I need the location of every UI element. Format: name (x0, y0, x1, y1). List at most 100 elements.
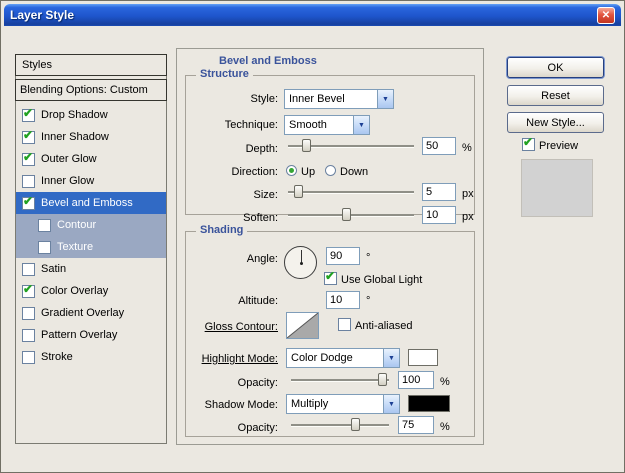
shadow-mode-value: Multiply (291, 398, 329, 410)
angle-input[interactable] (326, 247, 360, 265)
layer-style-dialog: Layer Style ✕ Styles Blending Options: C… (0, 0, 625, 473)
sidebar-item-outer-glow[interactable]: Outer Glow (16, 148, 166, 170)
close-icon: ✕ (601, 9, 611, 21)
sidebar-item-bevel-and-emboss[interactable]: Bevel and Emboss (16, 192, 166, 214)
styles-header-label: Styles (22, 59, 52, 71)
panel-title: Bevel and Emboss (219, 55, 317, 67)
sidebar-item-satin[interactable]: Satin (16, 258, 166, 280)
outer-glow-checkbox-icon[interactable] (22, 151, 35, 166)
technique-value: Smooth (289, 119, 327, 131)
shadow-opacity-slider[interactable] (291, 418, 389, 432)
sidebar-item-drop-shadow[interactable]: Drop Shadow (16, 104, 166, 126)
angle-label: Angle: (246, 253, 278, 265)
soften-slider[interactable] (288, 208, 414, 222)
new-style-button[interactable]: New Style... (507, 112, 604, 133)
depth-label: Depth: (245, 143, 278, 155)
soften-slider-thumb[interactable] (341, 208, 351, 221)
style-select[interactable]: Inner Bevel (284, 89, 394, 109)
slider-track (288, 191, 414, 193)
gradient-overlay-checkbox-icon[interactable] (22, 306, 35, 320)
depth-slider[interactable] (288, 139, 414, 153)
contour-checkbox-icon[interactable] (38, 218, 51, 232)
highlight-opacity-input[interactable] (398, 371, 434, 389)
contour-curve (287, 313, 318, 338)
direction-up-radio[interactable] (286, 165, 297, 176)
satin-checkbox-icon[interactable] (22, 262, 35, 276)
preview-label: Preview (539, 140, 579, 152)
gloss-contour-thumbnail[interactable] (286, 312, 319, 339)
texture-checkbox-icon[interactable] (38, 240, 51, 254)
inner-glow-checkbox-icon[interactable] (22, 174, 35, 188)
chevron-down-icon[interactable] (377, 90, 393, 108)
pattern-overlay-checkbox-icon[interactable] (22, 328, 35, 342)
highlight-opacity-thumb[interactable] (378, 373, 388, 386)
sidebar-item-label: Gradient Overlay (41, 307, 125, 319)
direction-down-radio[interactable] (325, 165, 336, 176)
shadow-opacity-label: Opacity: (237, 422, 278, 434)
chevron-down-icon[interactable] (353, 116, 369, 134)
soften-unit: px (462, 211, 474, 223)
sidebar-item-stroke[interactable]: Stroke (16, 346, 166, 368)
ok-button[interactable]: OK (507, 57, 604, 78)
chevron-down-icon[interactable] (383, 395, 399, 413)
shadow-opacity-input[interactable] (398, 416, 434, 434)
style-label: Style: (250, 93, 278, 105)
altitude-label: Altitude: (238, 295, 278, 307)
soften-input[interactable] (422, 206, 456, 224)
sidebar-item-color-overlay[interactable]: Color Overlay (16, 280, 166, 302)
highlight-mode-label: Highlight Mode: (201, 353, 278, 365)
shadow-mode-select[interactable]: Multiply (286, 394, 400, 414)
blending-options-item[interactable]: Blending Options: Custom (15, 79, 167, 101)
highlight-opacity-label: Opacity: (237, 377, 278, 389)
use-global-light-label: Use Global Light (341, 274, 423, 286)
window-title: Layer Style (10, 8, 75, 22)
anti-aliased-checkbox[interactable] (338, 318, 351, 331)
depth-slider-thumb[interactable] (301, 139, 311, 152)
altitude-unit: ° (366, 295, 371, 307)
angle-dial[interactable] (284, 246, 317, 279)
sidebar-item-label: Stroke (41, 351, 73, 363)
shading-legend: Shading (196, 224, 248, 236)
shadow-opacity-thumb[interactable] (350, 418, 360, 431)
depth-input[interactable] (422, 137, 456, 155)
title-bar: Layer Style ✕ (4, 4, 621, 26)
size-slider[interactable] (288, 185, 414, 199)
sidebar-item-label: Texture (57, 241, 94, 253)
size-input[interactable] (422, 183, 456, 201)
preview-checkbox[interactable] (522, 136, 535, 151)
color-overlay-checkbox-icon[interactable] (22, 283, 35, 298)
highlight-mode-value: Color Dodge (291, 352, 353, 364)
structure-group: Structure Style: Inner Bevel Technique: … (185, 68, 475, 224)
reset-button[interactable]: Reset (507, 85, 604, 106)
direction-label: Direction: (231, 166, 278, 178)
highlight-color-swatch[interactable] (408, 349, 438, 366)
inner-shadow-checkbox-icon[interactable] (22, 129, 35, 144)
altitude-input[interactable] (326, 291, 360, 309)
angle-unit: ° (366, 252, 371, 264)
use-global-light-checkbox[interactable] (324, 270, 337, 285)
styles-panel: Styles Blending Options: Custom Drop Sha… (15, 54, 167, 444)
depth-unit: % (462, 142, 472, 154)
close-button[interactable]: ✕ (597, 6, 615, 24)
sidebar-item-contour[interactable]: Contour (16, 214, 166, 236)
angle-center-dot (299, 261, 303, 265)
size-slider-thumb[interactable] (294, 185, 304, 198)
slider-track (288, 214, 414, 216)
highlight-opacity-slider[interactable] (291, 373, 389, 387)
sidebar-item-label: Bevel and Emboss (41, 197, 133, 209)
direction-down-label: Down (340, 166, 369, 178)
sidebar-item-gradient-overlay[interactable]: Gradient Overlay (16, 302, 166, 324)
sidebar-item-texture[interactable]: Texture (16, 236, 166, 258)
gloss-contour-label: Gloss Contour: (204, 321, 278, 333)
sidebar-item-inner-shadow[interactable]: Inner Shadow (16, 126, 166, 148)
technique-select[interactable]: Smooth (284, 115, 370, 135)
bevel-emboss-checkbox-icon[interactable] (22, 195, 35, 210)
shadow-color-swatch[interactable] (408, 395, 450, 412)
chevron-down-icon[interactable] (383, 349, 399, 367)
sidebar-item-inner-glow[interactable]: Inner Glow (16, 170, 166, 192)
highlight-mode-select[interactable]: Color Dodge (286, 348, 400, 368)
styles-header[interactable]: Styles (15, 54, 167, 76)
drop-shadow-checkbox-icon[interactable] (22, 107, 35, 122)
sidebar-item-pattern-overlay[interactable]: Pattern Overlay (16, 324, 166, 346)
stroke-checkbox-icon[interactable] (22, 350, 35, 364)
